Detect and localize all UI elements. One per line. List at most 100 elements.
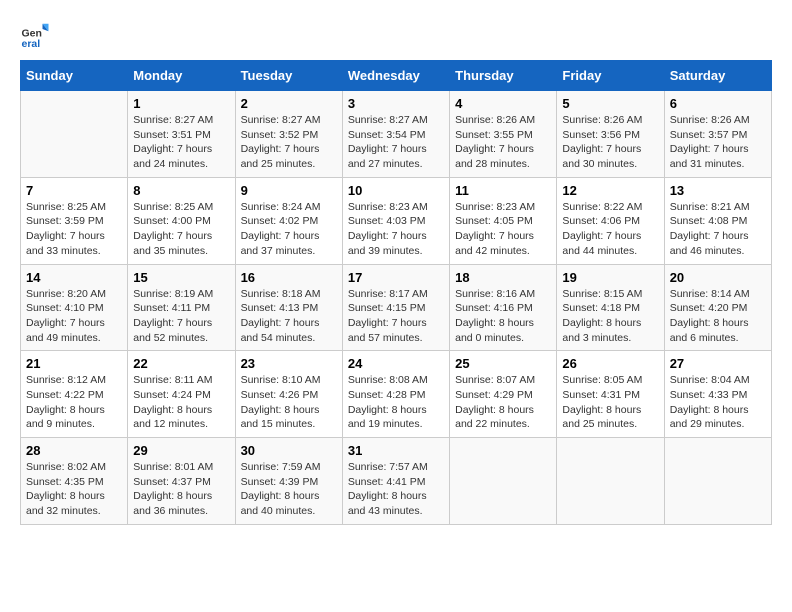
header-day-wednesday: Wednesday <box>342 61 449 91</box>
calendar-cell: 4 Sunrise: 8:26 AMSunset: 3:55 PMDaylight… <box>450 91 557 178</box>
calendar-body: 1Sunrise: 8:27 AMSunset: 3:51 PMDaylight… <box>21 91 772 525</box>
day-number: 7 <box>26 183 122 198</box>
calendar-cell: 28 Sunrise: 8:02 AMSunset: 4:35 PMDayligh… <box>21 438 128 525</box>
calendar-cell: 30 Sunrise: 7:59 AMSunset: 4:39 PMDayligh… <box>235 438 342 525</box>
day-number: 26 <box>562 356 658 371</box>
page-header: Gen eral <box>20 20 772 50</box>
day-number: 19 <box>562 270 658 285</box>
day-number: 30 <box>241 443 337 458</box>
day-info: Sunrise: 8:11 AMSunset: 4:24 PMDaylight:… <box>133 373 229 432</box>
day-info: Sunrise: 8:23 AMSunset: 4:05 PMDaylight:… <box>455 200 551 259</box>
calendar-cell: 1Sunrise: 8:27 AMSunset: 3:51 PMDaylight… <box>128 91 235 178</box>
calendar-cell: 25 Sunrise: 8:07 AMSunset: 4:29 PMDayligh… <box>450 351 557 438</box>
calendar-cell: 18Sunrise: 8:16 AMSunset: 4:16 PMDayligh… <box>450 264 557 351</box>
calendar-cell: 19 Sunrise: 8:15 AMSunset: 4:18 PMDayligh… <box>557 264 664 351</box>
logo-icon: Gen eral <box>20 20 50 50</box>
calendar-table: SundayMondayTuesdayWednesdayThursdayFrid… <box>20 60 772 525</box>
calendar-cell: 13 Sunrise: 8:21 AMSunset: 4:08 PMDayligh… <box>664 177 771 264</box>
day-info: Sunrise: 8:01 AMSunset: 4:37 PMDaylight:… <box>133 460 229 519</box>
day-number: 28 <box>26 443 122 458</box>
day-info: Sunrise: 8:07 AMSunset: 4:29 PMDaylight:… <box>455 373 551 432</box>
calendar-cell: 16 Sunrise: 8:18 AMSunset: 4:13 PMDayligh… <box>235 264 342 351</box>
day-info: Sunrise: 8:25 AMSunset: 4:00 PMDaylight:… <box>133 200 229 259</box>
day-info: Sunrise: 8:05 AMSunset: 4:31 PMDaylight:… <box>562 373 658 432</box>
calendar-cell <box>664 438 771 525</box>
day-info: Sunrise: 8:15 AMSunset: 4:18 PMDaylight:… <box>562 287 658 346</box>
calendar-cell: 21 Sunrise: 8:12 AMSunset: 4:22 PMDayligh… <box>21 351 128 438</box>
calendar-cell: 20 Sunrise: 8:14 AMSunset: 4:20 PMDayligh… <box>664 264 771 351</box>
day-number: 10 <box>348 183 444 198</box>
calendar-cell: 11Sunrise: 8:23 AMSunset: 4:05 PMDayligh… <box>450 177 557 264</box>
day-number: 17 <box>348 270 444 285</box>
day-info: Sunrise: 8:02 AMSunset: 4:35 PMDaylight:… <box>26 460 122 519</box>
calendar-week-2: 7 Sunrise: 8:25 AMSunset: 3:59 PMDaylight… <box>21 177 772 264</box>
calendar-cell: 8 Sunrise: 8:25 AMSunset: 4:00 PMDaylight… <box>128 177 235 264</box>
calendar-cell: 24Sunrise: 8:08 AMSunset: 4:28 PMDayligh… <box>342 351 449 438</box>
calendar-cell: 27 Sunrise: 8:04 AMSunset: 4:33 PMDayligh… <box>664 351 771 438</box>
day-info: Sunrise: 8:26 AMSunset: 3:55 PMDaylight:… <box>455 113 551 172</box>
calendar-cell <box>557 438 664 525</box>
calendar-cell: 17 Sunrise: 8:17 AMSunset: 4:15 PMDayligh… <box>342 264 449 351</box>
header-day-thursday: Thursday <box>450 61 557 91</box>
header-day-monday: Monday <box>128 61 235 91</box>
day-number: 13 <box>670 183 766 198</box>
day-info: Sunrise: 8:19 AMSunset: 4:11 PMDaylight:… <box>133 287 229 346</box>
day-number: 14 <box>26 270 122 285</box>
day-info: Sunrise: 8:20 AMSunset: 4:10 PMDaylight:… <box>26 287 122 346</box>
calendar-cell: 5 Sunrise: 8:26 AMSunset: 3:56 PMDaylight… <box>557 91 664 178</box>
day-info: Sunrise: 8:26 AMSunset: 3:56 PMDaylight:… <box>562 113 658 172</box>
day-number: 9 <box>241 183 337 198</box>
calendar-week-4: 21 Sunrise: 8:12 AMSunset: 4:22 PMDayligh… <box>21 351 772 438</box>
calendar-cell: 2 Sunrise: 8:27 AMSunset: 3:52 PMDaylight… <box>235 91 342 178</box>
calendar-week-3: 14 Sunrise: 8:20 AMSunset: 4:10 PMDayligh… <box>21 264 772 351</box>
calendar-cell: 22 Sunrise: 8:11 AMSunset: 4:24 PMDayligh… <box>128 351 235 438</box>
day-info: Sunrise: 8:27 AMSunset: 3:52 PMDaylight:… <box>241 113 337 172</box>
day-info: Sunrise: 8:12 AMSunset: 4:22 PMDaylight:… <box>26 373 122 432</box>
header-day-tuesday: Tuesday <box>235 61 342 91</box>
day-number: 27 <box>670 356 766 371</box>
calendar-cell: 15 Sunrise: 8:19 AMSunset: 4:11 PMDayligh… <box>128 264 235 351</box>
header-day-saturday: Saturday <box>664 61 771 91</box>
day-info: Sunrise: 8:21 AMSunset: 4:08 PMDaylight:… <box>670 200 766 259</box>
day-number: 2 <box>241 96 337 111</box>
calendar-cell: 31 Sunrise: 7:57 AMSunset: 4:41 PMDayligh… <box>342 438 449 525</box>
day-number: 21 <box>26 356 122 371</box>
day-info: Sunrise: 8:23 AMSunset: 4:03 PMDaylight:… <box>348 200 444 259</box>
day-number: 4 <box>455 96 551 111</box>
day-info: Sunrise: 8:17 AMSunset: 4:15 PMDaylight:… <box>348 287 444 346</box>
day-number: 16 <box>241 270 337 285</box>
day-number: 5 <box>562 96 658 111</box>
calendar-cell <box>450 438 557 525</box>
svg-text:eral: eral <box>22 38 41 50</box>
day-number: 15 <box>133 270 229 285</box>
day-info: Sunrise: 8:27 AMSunset: 3:54 PMDaylight:… <box>348 113 444 172</box>
calendar-header-row: SundayMondayTuesdayWednesdayThursdayFrid… <box>21 61 772 91</box>
day-number: 12 <box>562 183 658 198</box>
day-info: Sunrise: 7:57 AMSunset: 4:41 PMDaylight:… <box>348 460 444 519</box>
day-info: Sunrise: 8:18 AMSunset: 4:13 PMDaylight:… <box>241 287 337 346</box>
calendar-cell: 6Sunrise: 8:26 AMSunset: 3:57 PMDaylight… <box>664 91 771 178</box>
day-info: Sunrise: 7:59 AMSunset: 4:39 PMDaylight:… <box>241 460 337 519</box>
day-number: 31 <box>348 443 444 458</box>
day-info: Sunrise: 8:26 AMSunset: 3:57 PMDaylight:… <box>670 113 766 172</box>
header-day-friday: Friday <box>557 61 664 91</box>
day-info: Sunrise: 8:14 AMSunset: 4:20 PMDaylight:… <box>670 287 766 346</box>
day-number: 1 <box>133 96 229 111</box>
header-day-sunday: Sunday <box>21 61 128 91</box>
day-number: 20 <box>670 270 766 285</box>
calendar-cell: 12Sunrise: 8:22 AMSunset: 4:06 PMDayligh… <box>557 177 664 264</box>
calendar-cell <box>21 91 128 178</box>
day-number: 24 <box>348 356 444 371</box>
day-number: 25 <box>455 356 551 371</box>
calendar-cell: 7 Sunrise: 8:25 AMSunset: 3:59 PMDaylight… <box>21 177 128 264</box>
calendar-week-1: 1Sunrise: 8:27 AMSunset: 3:51 PMDaylight… <box>21 91 772 178</box>
day-number: 8 <box>133 183 229 198</box>
calendar-cell: 26 Sunrise: 8:05 AMSunset: 4:31 PMDayligh… <box>557 351 664 438</box>
day-info: Sunrise: 8:10 AMSunset: 4:26 PMDaylight:… <box>241 373 337 432</box>
day-info: Sunrise: 8:25 AMSunset: 3:59 PMDaylight:… <box>26 200 122 259</box>
calendar-week-5: 28 Sunrise: 8:02 AMSunset: 4:35 PMDayligh… <box>21 438 772 525</box>
logo: Gen eral <box>20 20 54 50</box>
day-number: 22 <box>133 356 229 371</box>
day-number: 18 <box>455 270 551 285</box>
day-info: Sunrise: 8:04 AMSunset: 4:33 PMDaylight:… <box>670 373 766 432</box>
